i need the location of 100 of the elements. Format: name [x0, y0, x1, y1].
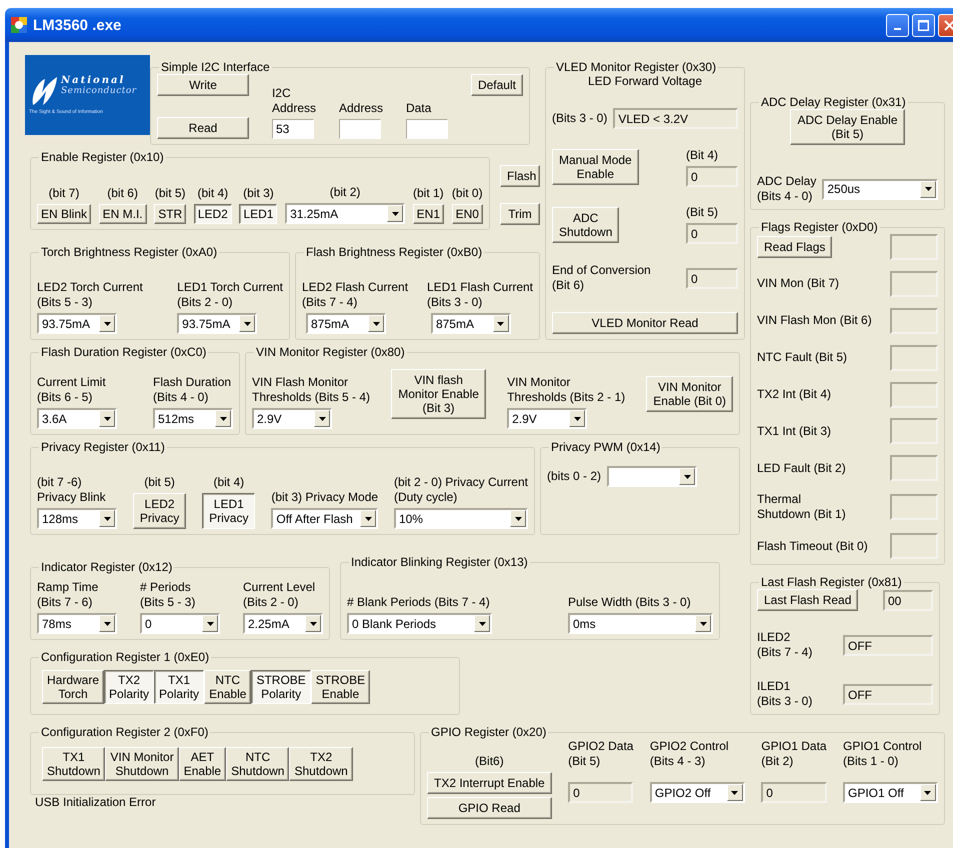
label-text: VIN Mon (Bit 7)	[757, 276, 840, 292]
dropdown[interactable]: 0	[140, 613, 220, 634]
readout-field	[890, 455, 938, 482]
dropdown[interactable]: 0 Blank Periods	[347, 613, 492, 634]
push-button[interactable]: Read Flags	[757, 236, 832, 258]
dropdown[interactable]: 512ms	[153, 408, 233, 429]
dropdown[interactable]: 78ms	[37, 613, 117, 634]
toggle-button[interactable]: Hardware Torch	[42, 670, 104, 704]
caret-icon	[726, 784, 743, 801]
caret-icon	[99, 410, 115, 427]
label-text: LED2 Torch Current (Bits 5 - 3)	[37, 280, 143, 310]
dropdown[interactable]: GPIO1 Off	[842, 782, 938, 803]
dropdown[interactable]: 93.75mA	[177, 313, 258, 334]
push-button[interactable]: Default	[470, 74, 523, 96]
minimize-button[interactable]	[886, 14, 909, 36]
push-button[interactable]: Flash	[500, 165, 540, 187]
label-text: (bits 0 - 2)	[547, 469, 602, 484]
brand-subtitle: Semiconductor	[61, 86, 137, 96]
label-text: ILED1 (Bits 3 - 0)	[757, 679, 812, 709]
group-title: VIN Monitor Register (0x80)	[255, 345, 406, 359]
toggle-button[interactable]: TX2 Interrupt Enable	[427, 772, 552, 794]
dropdown[interactable]: 10%	[394, 508, 528, 529]
toggle-button[interactable]: NTC Enable	[204, 670, 252, 704]
label-text: (bit 4)	[212, 475, 246, 490]
caret-icon	[387, 205, 404, 222]
toggle-button[interactable]: STROBE Enable	[310, 670, 370, 704]
dropdown[interactable]: 875mA	[430, 313, 511, 334]
push-button[interactable]: Write	[157, 74, 249, 96]
toggle-button[interactable]: EN1	[412, 204, 444, 224]
toggle-button[interactable]: EN Blink	[37, 204, 92, 224]
label-text: TX2 Int (Bit 4)	[757, 387, 832, 402]
label-text: (bit 7)	[48, 186, 80, 201]
caret-icon	[99, 315, 115, 332]
toggle-button[interactable]: Manual Mode Enable	[552, 149, 639, 186]
toggle-button[interactable]: NTC Shutdown	[226, 747, 290, 781]
toggle-button[interactable]: TX2 Shutdown	[289, 747, 353, 781]
toggle-button[interactable]: TX2 Polarity	[104, 670, 154, 704]
caret-icon	[920, 180, 936, 198]
dropdown[interactable]	[607, 466, 698, 487]
push-button[interactable]: VLED Monitor Read	[552, 312, 738, 334]
toggle-button[interactable]: VIN flash Monitor Enable (Bit 3)	[391, 369, 486, 419]
label-text: (bit 3)	[242, 186, 275, 201]
maximize-button[interactable]	[912, 14, 935, 36]
input-field[interactable]: 53	[272, 119, 314, 139]
label-text: VIN Monitor Thresholds (Bits 2 - 1)	[507, 375, 626, 405]
dropdown[interactable]: 2.25mA	[243, 613, 323, 634]
toggle-button[interactable]: VIN Monitor Enable (Bit 0)	[646, 376, 733, 412]
toggle-button[interactable]: STR	[154, 204, 186, 224]
toggle-button[interactable]: ADC Shutdown	[552, 206, 620, 243]
dropdown[interactable]: 3.6A	[37, 408, 117, 429]
group-title: Indicator Blinking Register (0x13)	[350, 555, 529, 569]
readout-field: 0	[686, 268, 738, 289]
push-button[interactable]: Read	[157, 117, 249, 139]
push-button[interactable]: Trim	[500, 203, 540, 225]
dropdown[interactable]: 93.75mA	[37, 313, 117, 334]
label-text: GPIO2 Control (Bits 4 - 3)	[650, 739, 730, 769]
push-button[interactable]: Last Flash Read	[757, 589, 858, 611]
toggle-button[interactable]: LED1 Privacy	[202, 493, 256, 529]
caret-icon	[679, 468, 696, 485]
toggle-button[interactable]: VIN Monitor Shutdown	[105, 747, 179, 781]
toggle-button[interactable]: ADC Delay Enable (Bit 5)	[790, 109, 905, 145]
toggle-button[interactable]: STROBE Polarity	[251, 670, 311, 704]
toggle-button[interactable]: EN0	[452, 204, 483, 224]
dropdown[interactable]: 250us	[822, 178, 938, 200]
dropdown[interactable]: GPIO2 Off	[650, 782, 745, 803]
dropdown[interactable]: 31.25mA	[285, 203, 406, 224]
label-text: LED2 Flash Current (Bits 7 - 4)	[302, 280, 408, 310]
toggle-button[interactable]: EN M.I.	[98, 204, 147, 224]
label-text: NTC Fault (Bit 5)	[757, 350, 848, 366]
label-text: End of Conversion (Bit 6)	[552, 263, 651, 294]
group-title: Flash Brightness Register (0xB0)	[305, 245, 484, 259]
dropdown[interactable]: Off After Flash	[271, 508, 378, 529]
dropdown[interactable]: 0ms	[568, 613, 713, 634]
toggle-button[interactable]: TX1 Shutdown	[42, 747, 106, 781]
readout-field	[890, 234, 938, 260]
dropdown[interactable]: 128ms	[37, 508, 117, 529]
label-text: LED1 Flash Current (Bits 3 - 0)	[426, 280, 533, 310]
brand-name: National	[61, 75, 126, 86]
label-text: (bit 3) Privacy Mode	[271, 490, 378, 505]
toggle-button[interactable]: LED1	[239, 204, 278, 224]
label-text: Thermal Shutdown (Bit 1)	[757, 492, 846, 522]
caret-icon	[239, 315, 256, 332]
label-text: (bit 6)	[106, 186, 139, 201]
toggle-button[interactable]: LED2 Privacy	[132, 493, 186, 529]
toggle-button[interactable]: AET Enable	[178, 747, 226, 781]
caret-icon	[474, 615, 490, 632]
dropdown[interactable]: 2.9V	[252, 408, 332, 429]
input-field[interactable]	[406, 119, 448, 139]
dropdown[interactable]: 875mA	[306, 313, 386, 334]
input-field[interactable]	[338, 119, 381, 139]
label-text: # Periods (Bits 5 - 3)	[140, 580, 196, 610]
toggle-button[interactable]: LED2	[194, 204, 232, 224]
caret-icon	[569, 410, 586, 427]
dropdown[interactable]: 2.9V	[507, 408, 588, 429]
toggle-button[interactable]: TX1 Polarity	[154, 670, 204, 704]
group-title: VLED Monitor Register (0x30)	[555, 60, 718, 74]
group-title: Flash Duration Register (0xC0)	[40, 345, 208, 359]
push-button[interactable]: GPIO Read	[427, 797, 552, 819]
label-text: (bit 4)	[196, 186, 230, 201]
readout-field	[890, 494, 938, 520]
